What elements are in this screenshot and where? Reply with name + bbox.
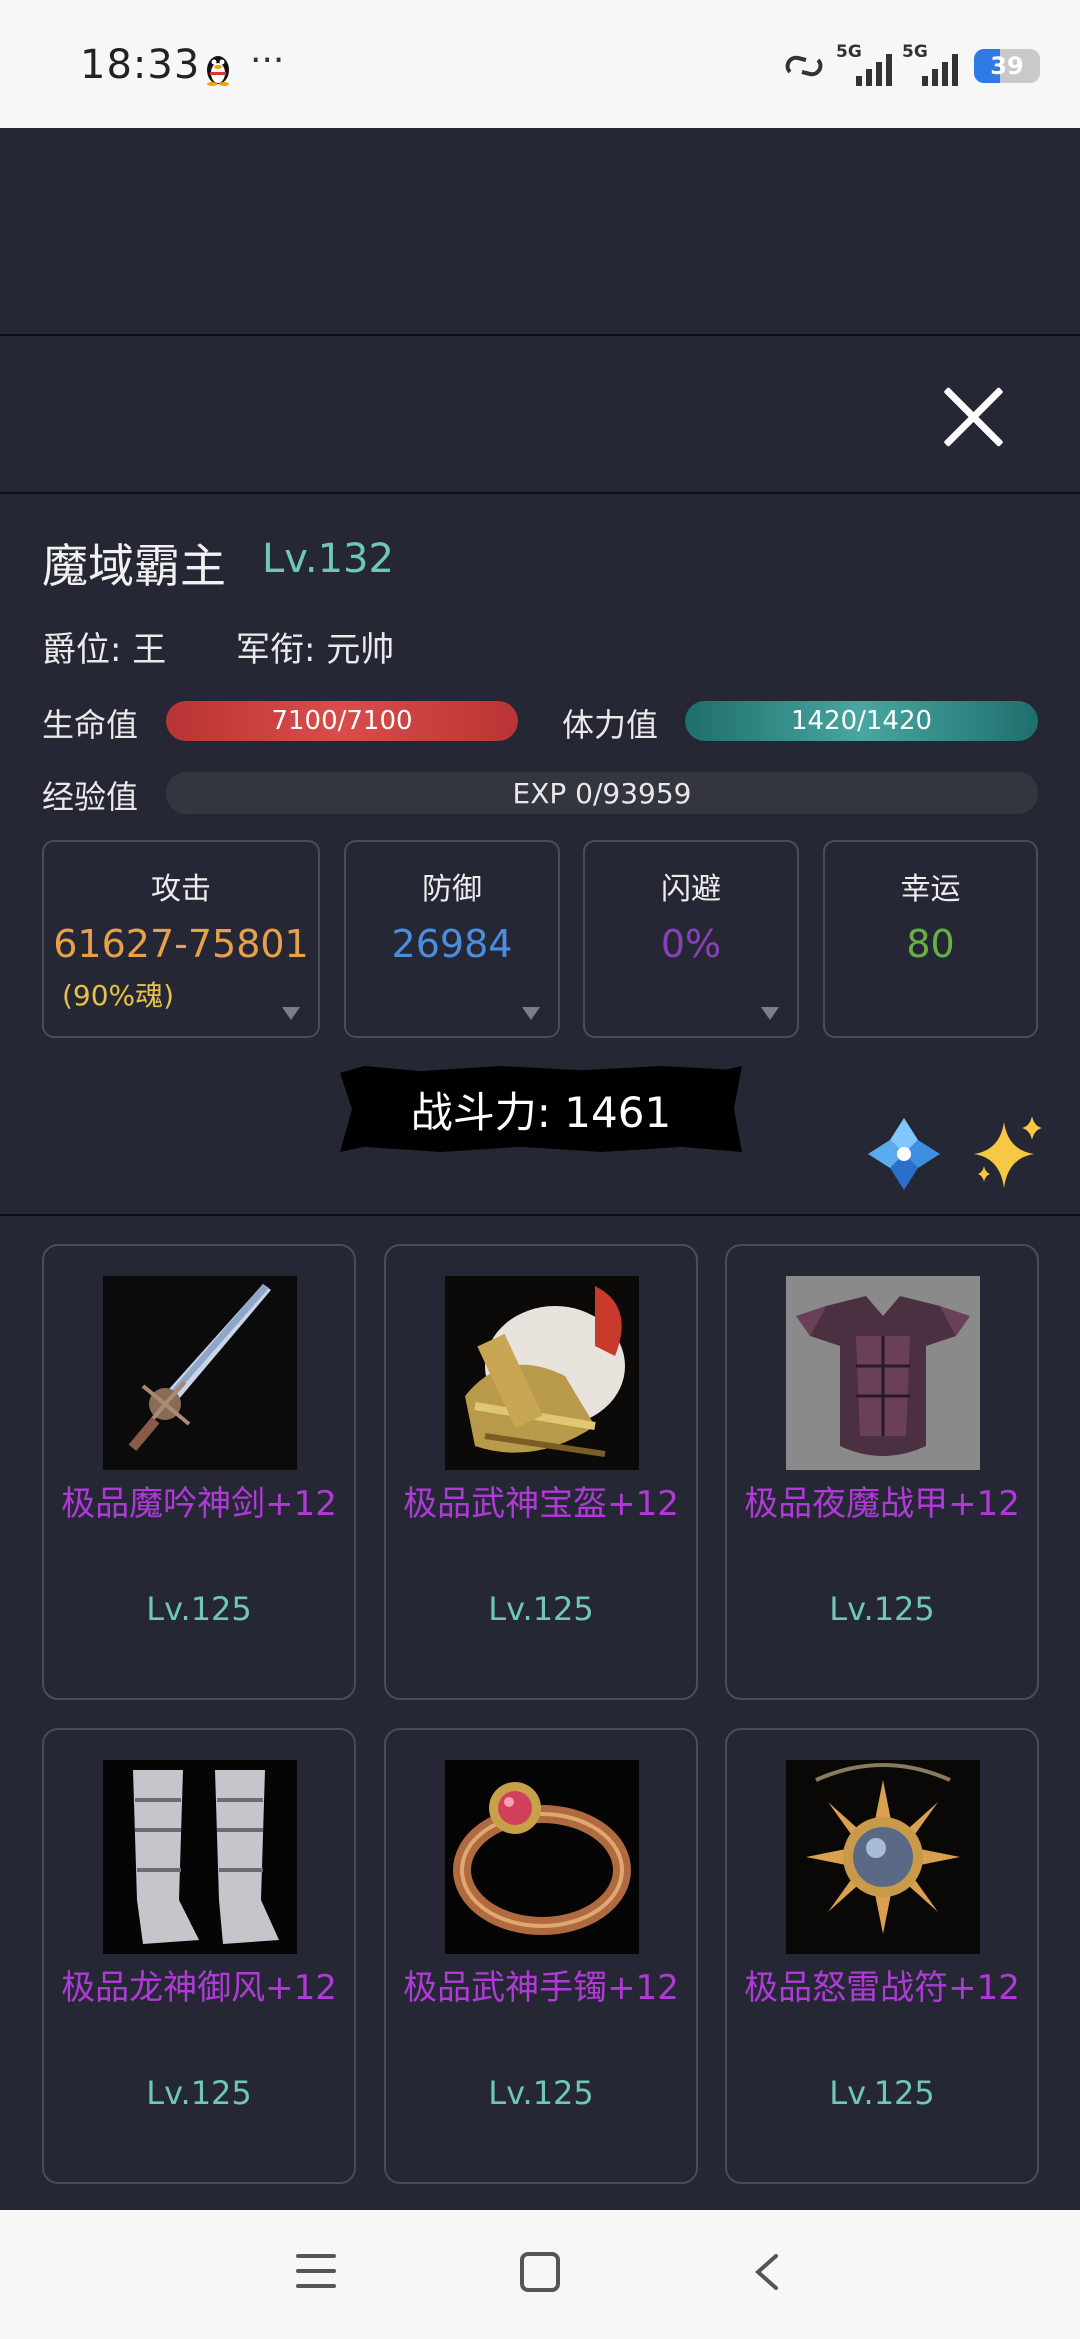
combat-power-value: 战斗力: 1461	[410, 1087, 672, 1137]
stat-defense-value: 26984	[391, 922, 513, 966]
hp-value: 7100/7100	[271, 706, 413, 736]
stat-luck-title: 幸运	[900, 872, 961, 907]
stat-attack-soul: (90%魂)	[62, 979, 175, 1012]
bracelet-icon	[445, 1760, 639, 1954]
battery-indicator: 39	[974, 49, 1040, 83]
expand-triangle-icon[interactable]	[522, 1007, 540, 1020]
hp-bar: 7100/7100	[166, 701, 518, 741]
back-icon[interactable]	[752, 2254, 782, 2290]
equipment-level: Lv.125	[829, 2074, 935, 2112]
link-icon	[785, 55, 823, 77]
equipment-card-boots[interactable]: 极品龙神御风+12 Lv.125	[42, 1728, 356, 2184]
talisman-icon	[786, 1760, 980, 1954]
blue-gem-icon[interactable]	[866, 1116, 942, 1192]
menu-icon[interactable]	[296, 2254, 336, 2290]
boots-icon	[103, 1760, 297, 1954]
sparkles-icon[interactable]	[968, 1112, 1050, 1194]
stat-dodge[interactable]: 闪避 0%	[583, 840, 799, 1038]
expand-triangle-icon[interactable]	[761, 1007, 779, 1020]
equipment-card-armor[interactable]: 极品夜魔战甲+12 Lv.125	[725, 1244, 1039, 1700]
stamina-label: 体力值	[562, 706, 659, 744]
stat-attack-value: 61627-75801	[53, 922, 309, 966]
signal-5g-1: 5G	[836, 42, 892, 88]
status-time: 18:33	[80, 42, 201, 88]
section-divider	[0, 1214, 1080, 1216]
hp-label: 生命值	[42, 706, 139, 744]
stamina-bar: 1420/1420	[685, 701, 1038, 741]
equipment-card-helmet[interactable]: 极品武神宝盔+12 Lv.125	[384, 1244, 698, 1700]
stamina-value: 1420/1420	[790, 706, 933, 736]
stat-luck: 幸运 80	[823, 840, 1038, 1038]
character-military-title: 军衔: 元帅	[236, 630, 395, 670]
home-icon[interactable]	[520, 2252, 560, 2292]
equipment-card-talisman[interactable]: 极品怒雷战符+12 Lv.125	[725, 1728, 1039, 2184]
equipment-level: Lv.125	[146, 2074, 252, 2112]
equipment-level: Lv.125	[146, 1590, 252, 1628]
stat-dodge-value: 0%	[660, 922, 722, 966]
stat-luck-value: 80	[906, 922, 955, 966]
stat-defense-title: 防御	[422, 872, 482, 907]
character-level: Lv.132	[262, 536, 394, 582]
character-name: 魔域霸主	[42, 539, 226, 593]
equipment-card-weapon[interactable]: 极品魔吟神剑+12 Lv.125	[42, 1244, 356, 1700]
stat-attack-title: 攻击	[151, 872, 211, 907]
equipment-level: Lv.125	[829, 1590, 935, 1628]
signal-5g-2: 5G	[902, 42, 958, 88]
equipment-level: Lv.125	[488, 1590, 594, 1628]
helmet-icon	[445, 1276, 639, 1470]
armor-icon	[786, 1276, 980, 1470]
equipment-level: Lv.125	[488, 2074, 594, 2112]
equipment-name: 极品魔吟神剑+12	[61, 1484, 337, 1524]
stat-dodge-title: 闪避	[661, 872, 721, 907]
stat-defense[interactable]: 防御 26984	[344, 840, 560, 1038]
expand-triangle-icon[interactable]	[282, 1007, 300, 1020]
equipment-name: 极品怒雷战符+12	[744, 1968, 1020, 2008]
sword-icon	[103, 1276, 297, 1470]
stat-attack[interactable]: 攻击 61627-75801 (90%魂)	[42, 840, 320, 1038]
equipment-name: 极品武神手镯+12	[403, 1968, 679, 2008]
equipment-card-bracelet[interactable]: 极品武神手镯+12 Lv.125	[384, 1728, 698, 2184]
status-more-dots: ···	[250, 40, 285, 81]
combat-power-banner: 战斗力: 1461	[340, 1066, 742, 1152]
equipment-name: 极品武神宝盔+12	[403, 1484, 679, 1524]
character-rank: 爵位: 王	[42, 630, 167, 670]
top-blank-area	[0, 128, 1080, 336]
exp-value: EXP 0/93959	[512, 776, 692, 810]
equipment-name: 极品夜魔战甲+12	[744, 1484, 1020, 1524]
status-bar: 18:33 ··· 5G 5G 39	[0, 0, 1080, 128]
exp-label: 经验值	[42, 778, 139, 816]
exp-bar: EXP 0/93959	[166, 772, 1038, 814]
header-bar	[0, 338, 1080, 494]
qq-penguin-icon	[207, 56, 229, 86]
close-icon[interactable]	[940, 384, 1006, 450]
equipment-name: 极品龙神御风+12	[61, 1968, 337, 2008]
